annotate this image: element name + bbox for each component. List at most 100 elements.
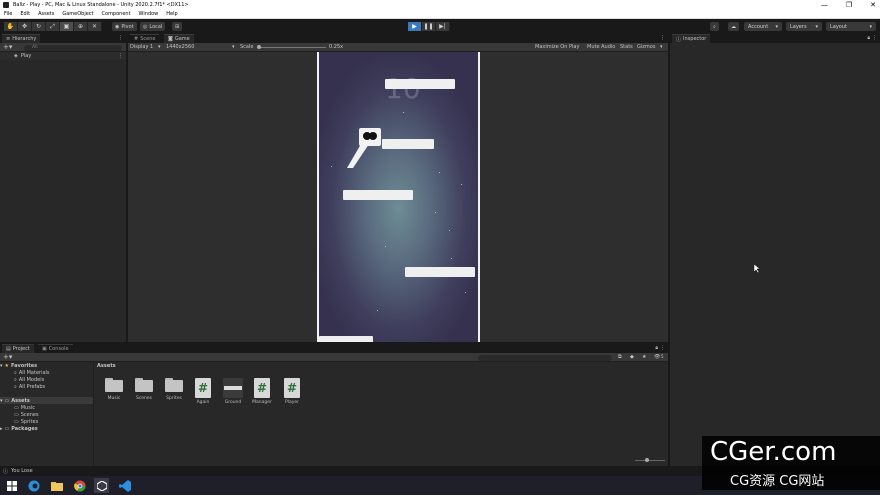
expand-arrow-icon: ▾: [0, 362, 3, 369]
game-screen[interactable]: 10: [317, 52, 480, 342]
chevron-down-icon: ▾: [775, 23, 778, 30]
tree-folder-scenes[interactable]: ▭ Scenes: [0, 411, 93, 418]
tree-item-all-prefabs[interactable]: ⌕ All Prefabs: [0, 383, 93, 390]
menu-help[interactable]: Help: [166, 11, 177, 17]
tab-inspector[interactable]: ⓘ Inspector: [672, 34, 711, 43]
mute-audio-toggle[interactable]: Mute Audio: [587, 44, 615, 50]
status-message[interactable]: You Lose: [11, 468, 33, 474]
project-search-input[interactable]: [478, 355, 612, 361]
rotate-tool-icon[interactable]: ↻: [32, 22, 46, 31]
add-icon[interactable]: +▾: [3, 353, 12, 361]
grid-snap-button[interactable]: ⊞: [172, 22, 183, 31]
close-button[interactable]: ✕: [870, 1, 876, 9]
menu-gameobject[interactable]: GameObject: [62, 11, 93, 17]
gizmos-toggle[interactable]: Gizmos: [637, 44, 655, 50]
local-icon: ◎: [143, 23, 148, 30]
lock-icon[interactable]: 🔒︎: [867, 35, 870, 41]
vscode-icon[interactable]: [117, 478, 132, 493]
icon-size-slider-handle[interactable]: [645, 458, 649, 462]
tree-favorites[interactable]: ▾ ★ Favorites: [0, 362, 93, 369]
chevron-down-icon: ▾: [660, 44, 663, 50]
display-dropdown[interactable]: Display 1: [130, 44, 153, 50]
asset-prefab-ground[interactable]: Ground: [220, 378, 246, 405]
hierarchy-row-scene[interactable]: ◈ Play: [0, 52, 126, 60]
tree-folder-sprites[interactable]: ▭ Sprites: [0, 418, 93, 425]
tree-folder-music[interactable]: ▭ Music: [0, 404, 93, 411]
collab-button[interactable]: ⌕: [710, 22, 719, 31]
windows-start-icon[interactable]: [4, 478, 19, 493]
lock-icon[interactable]: 🔒︎: [655, 345, 658, 351]
step-button[interactable]: ▶|: [436, 22, 450, 31]
asset-script-player[interactable]: # Player: [279, 378, 305, 405]
move-tool-icon[interactable]: ✥: [18, 22, 32, 31]
menu-component[interactable]: Component: [102, 11, 131, 17]
edge-browser-icon[interactable]: [26, 478, 41, 493]
chrome-browser-icon[interactable]: [72, 478, 87, 493]
asset-folder-scenes[interactable]: Scenes: [131, 378, 157, 401]
pivot-toggle[interactable]: ◉ Pivot: [112, 22, 137, 31]
label-icon[interactable]: ◆: [630, 354, 634, 360]
cloud-button[interactable]: ☁: [728, 22, 739, 31]
scale-value: 0.25x: [329, 44, 344, 50]
more-icon[interactable]: ⋮: [118, 35, 123, 41]
eye-icon[interactable]: 👁︎: [654, 354, 660, 360]
layout-dropdown[interactable]: Layout ▾: [826, 22, 876, 31]
asset-label: Music: [107, 396, 121, 401]
maximize-on-play-toggle[interactable]: Maximize On Play: [535, 44, 579, 50]
tab-project[interactable]: ▤ Project: [2, 344, 34, 353]
file-explorer-icon[interactable]: [49, 478, 64, 493]
play-button[interactable]: ▶: [408, 22, 422, 31]
tab-hierarchy[interactable]: ≡ Hierarchy: [2, 34, 41, 43]
pause-button[interactable]: ❚❚: [422, 22, 436, 31]
hierarchy-search-input[interactable]: All: [24, 45, 122, 51]
main-toolbar: ✋ ✥ ↻ ⤢ ▣ ⊕ ✕ ◉ Pivot ◎ Local ⊞ ▶ ❚❚ ▶| …: [0, 19, 880, 34]
tab-console[interactable]: ▣ Console: [38, 344, 73, 353]
tab-game[interactable]: ◙ Game: [164, 34, 194, 43]
resolution-dropdown[interactable]: 1440x2560: [166, 44, 194, 50]
tree-item-all-models[interactable]: ⌕ All Models: [0, 376, 93, 383]
asset-script-again[interactable]: # Again: [190, 378, 216, 405]
scene-more-icon[interactable]: ⋮: [118, 53, 123, 59]
project-breadcrumb[interactable]: Assets: [97, 363, 116, 369]
rect-tool-icon[interactable]: ▣: [60, 22, 74, 31]
tab-game-label: Game: [174, 36, 190, 42]
layers-dropdown[interactable]: Layers ▾: [786, 22, 822, 31]
filter-icon[interactable]: ⧉: [618, 354, 622, 360]
more-icon[interactable]: ⋮: [872, 35, 877, 41]
tab-scene[interactable]: # Scene: [130, 34, 160, 43]
add-icon[interactable]: +▾: [3, 43, 12, 51]
star: [385, 246, 386, 247]
star-icon[interactable]: ★: [642, 354, 646, 360]
asset-label: Again: [196, 400, 210, 405]
minimize-button[interactable]: —: [821, 1, 828, 9]
more-icon[interactable]: ⋮: [660, 345, 665, 351]
asset-script-manager[interactable]: # Manager: [249, 378, 275, 405]
menu-assets[interactable]: Assets: [38, 11, 54, 17]
unity-taskbar-icon[interactable]: [94, 478, 109, 493]
scale-tool-icon[interactable]: ⤢: [46, 22, 60, 31]
menu-window[interactable]: Window: [139, 11, 159, 17]
hierarchy-search-bar: +▾ All: [0, 43, 126, 52]
local-toggle[interactable]: ◎ Local: [140, 22, 166, 31]
maximize-button[interactable]: ❐: [846, 1, 852, 9]
layout-label: Layout: [830, 23, 847, 30]
stats-toggle[interactable]: Stats: [620, 44, 633, 50]
tree-assets[interactable]: ▾ ▭ Assets: [0, 397, 93, 404]
asset-folder-sprites[interactable]: Sprites: [161, 378, 187, 401]
scale-slider-handle[interactable]: [257, 45, 261, 49]
more-icon[interactable]: ⋮: [660, 35, 665, 41]
icon-size-slider[interactable]: [635, 460, 665, 461]
window-title: Ballz - Play - PC, Mac & Linux Standalon…: [13, 2, 189, 8]
tree-packages[interactable]: ▸ ▭ Packages: [0, 425, 93, 432]
hand-tool-icon[interactable]: ✋: [4, 22, 18, 31]
asset-folder-music[interactable]: Music: [101, 378, 127, 401]
custom-tool-icon[interactable]: ✕: [88, 22, 102, 31]
menu-file[interactable]: File: [4, 11, 12, 17]
game-view[interactable]: 10: [128, 52, 668, 342]
pivot-label: Pivot: [121, 23, 134, 30]
tree-item-all-materials[interactable]: ⌕ All Materials: [0, 369, 93, 376]
menu-edit[interactable]: Edit: [20, 11, 30, 17]
scale-slider[interactable]: [258, 47, 326, 48]
account-dropdown[interactable]: Account ▾: [744, 22, 782, 31]
transform-tool-icon[interactable]: ⊕: [74, 22, 88, 31]
